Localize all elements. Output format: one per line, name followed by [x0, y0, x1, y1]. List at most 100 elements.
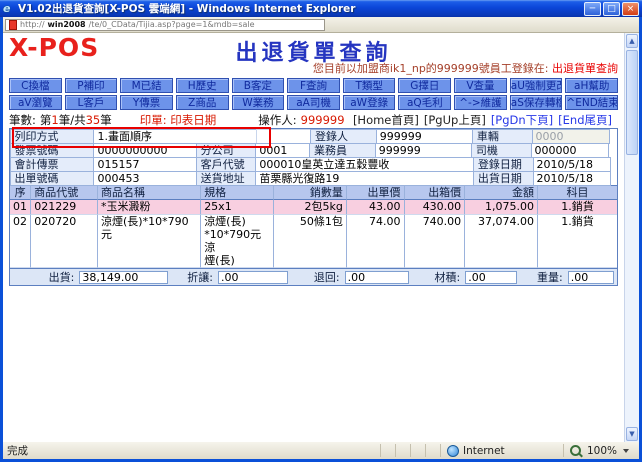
branch-field[interactable]	[256, 144, 309, 157]
url-input[interactable]: http://win2008/te/0_CData/Tijia.asp?page…	[5, 19, 325, 31]
item-spec: 涼煙(長) *10*790元涼 煙(長)	[201, 215, 274, 268]
status-bar: 完成 Internet 100%	[0, 442, 642, 462]
ship-date-label: 出貨日期	[473, 171, 534, 186]
total-weight-cell	[567, 271, 615, 284]
total-discount-field[interactable]	[218, 271, 288, 284]
button-product[interactable]: Z商品	[176, 95, 229, 110]
item-qty: 50條1包	[274, 215, 347, 268]
button-force-edit[interactable]: aU強制更改	[510, 78, 563, 93]
record-bar: 筆數: 第1筆/共35筆 印單: 印表日期 操作人: 999999 [Home首…	[9, 112, 618, 127]
customer-field[interactable]	[256, 158, 473, 171]
vehicle-label: 車輛	[472, 129, 533, 144]
col-seq: 序	[10, 186, 31, 200]
maximize-button[interactable]: □	[603, 2, 620, 16]
total-discount-cell	[217, 271, 289, 284]
button-driver[interactable]: aA司機	[287, 95, 340, 110]
button-save-export[interactable]: aS保存轉檔	[510, 95, 563, 110]
total-discount-label: 折讓:	[169, 269, 217, 285]
button-register[interactable]: aW登錄	[343, 95, 396, 110]
reg-date-label: 登錄日期	[473, 157, 534, 172]
print-mode-field[interactable]	[94, 130, 256, 143]
browser-window: e V1.02出退貨查詢[X-POS 雲端網] - Windows Intern…	[0, 0, 642, 462]
invoice-field[interactable]	[94, 144, 195, 157]
address-label: 送貨地址	[196, 171, 257, 186]
ship-date-field[interactable]	[534, 172, 611, 185]
item-row-1[interactable]: 01 021229 *玉米澱粉 25x1 2包5kg 43.00 430.00 …	[10, 200, 617, 215]
print-mode-label: 列印方式	[10, 129, 95, 144]
item-name: 涼煙(長)*10*790元	[98, 215, 201, 268]
vertical-scrollbar[interactable]: ▲ ▼	[624, 33, 639, 442]
button-pick-date[interactable]: G擇日	[398, 78, 451, 93]
branch-label: 分公司	[196, 143, 257, 158]
close-button[interactable]: ×	[622, 2, 639, 16]
button-end[interactable]: ^END結束	[565, 95, 618, 110]
form-row-voucher: 會計傳票 客戶代號 登錄日期	[10, 157, 617, 171]
voucher-label: 會計傳票	[10, 157, 95, 172]
col-box-price: 出箱價	[405, 186, 466, 200]
nav-end[interactable]: [End尾頁]	[558, 112, 612, 128]
address-field[interactable]	[256, 172, 473, 185]
driver-field[interactable]	[532, 144, 609, 157]
operator-label: 操作人:	[258, 112, 296, 128]
button-help[interactable]: aH幫助	[565, 78, 618, 93]
total-volume-field[interactable]	[465, 271, 517, 284]
invoice-label: 發票號碼	[10, 143, 95, 158]
button-sales[interactable]: W業務	[232, 95, 285, 110]
zoom-dropdown-icon[interactable]	[623, 449, 629, 453]
item-box-price: 740.00	[405, 215, 466, 268]
button-margin[interactable]: aQ毛利	[398, 95, 451, 110]
item-code: 021229	[31, 200, 98, 215]
salesman-field[interactable]	[376, 144, 471, 157]
zoom-level: 100%	[587, 445, 617, 457]
item-account: 1.銷貨	[538, 215, 617, 268]
total-volume-label: 材積:	[410, 269, 464, 285]
order-no-field[interactable]	[94, 172, 195, 185]
nav-pgup[interactable]: [PgUp上頁]	[424, 112, 486, 128]
button-history[interactable]: H歷史	[176, 78, 229, 93]
total-weight-label: 重量:	[518, 269, 566, 285]
address-bar: http://win2008/te/0_CData/Tijia.asp?page…	[3, 17, 639, 33]
login-user-field[interactable]	[377, 130, 472, 143]
button-type[interactable]: T類型	[343, 78, 396, 93]
scrollbar-thumb[interactable]	[626, 50, 638, 155]
button-change-file[interactable]: C換檔	[9, 78, 62, 93]
minimize-button[interactable]: ─	[584, 2, 601, 16]
total-return-field[interactable]	[345, 271, 409, 284]
vehicle-field[interactable]	[533, 130, 610, 143]
item-row-2[interactable]: 02 020720 涼煙(長)*10*790元 涼煙(長) *10*790元涼 …	[10, 215, 617, 268]
salesman-field-cell	[375, 143, 472, 158]
button-browse[interactable]: aV瀏覽	[9, 95, 62, 110]
button-check-qty[interactable]: V查量	[454, 78, 507, 93]
col-qty: 銷數量	[274, 186, 347, 200]
item-unit-price: 43.00	[347, 200, 405, 215]
button-closed[interactable]: M已結	[120, 78, 173, 93]
toolbar-row-2: aV瀏覽 L客戶 Y傳票 Z商品 W業務 aA司機 aW登錄 aQ毛利 ^->維…	[9, 95, 618, 110]
vehicle-field-cell	[532, 129, 611, 144]
totals-bar: 出貨: 折讓: 退回: 材積: 重量:	[9, 269, 618, 286]
ie-logo-icon: e	[3, 3, 15, 15]
scroll-down-arrow-icon[interactable]: ▼	[626, 427, 638, 441]
nav-pgdn[interactable]: [PgDn下頁]	[491, 112, 553, 128]
button-query[interactable]: F查詢	[287, 78, 340, 93]
button-reprint[interactable]: P補印	[65, 78, 118, 93]
zoom-control[interactable]: 100%	[563, 444, 635, 457]
url-path: /te/0_CData/Tijia.asp?page=1&mdb=sale	[89, 20, 255, 29]
total-weight-field[interactable]	[568, 271, 614, 284]
order-no-field-cell	[93, 171, 196, 186]
button-customer[interactable]: L客戶	[65, 95, 118, 110]
nav-home[interactable]: [Home首頁]	[353, 112, 419, 128]
title-bar: e V1.02出退貨查詢[X-POS 雲端網] - Windows Intern…	[0, 0, 642, 17]
total-ship-field[interactable]	[79, 271, 167, 284]
voucher-field[interactable]	[94, 158, 195, 171]
address-field-cell	[255, 171, 474, 186]
button-customer-order[interactable]: B客定	[232, 78, 285, 93]
order-form: 列印方式 登錄人 車輛 發票號碼 分公司 業務員	[9, 128, 618, 186]
button-maintain[interactable]: ^->維護	[454, 95, 507, 110]
page-header: X-POS 出退貨單查詢	[9, 35, 618, 62]
security-zone: Internet	[440, 444, 563, 457]
reg-date-field[interactable]	[534, 158, 611, 171]
scroll-up-arrow-icon[interactable]: ▲	[626, 34, 638, 48]
button-voucher[interactable]: Y傳票	[120, 95, 173, 110]
ship-date-field-cell	[533, 171, 612, 186]
zone-label: Internet	[463, 445, 505, 457]
